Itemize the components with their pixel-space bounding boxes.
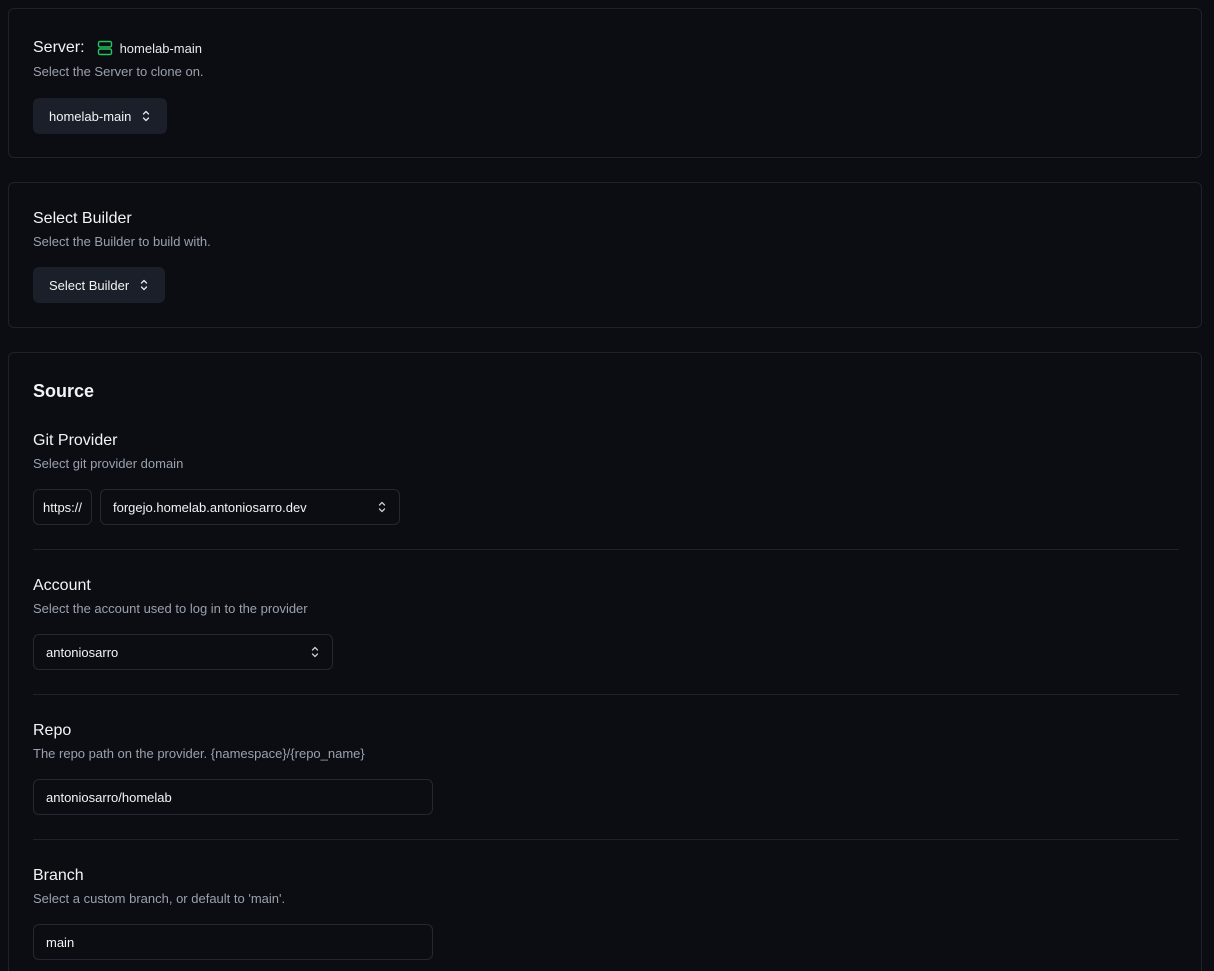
git-provider-description: Select git provider domain [33, 456, 184, 471]
current-server-name: homelab-main [119, 40, 202, 56]
divider [33, 549, 1179, 550]
chevrons-up-down-icon [143, 110, 150, 122]
protocol-prefix: https:// [33, 489, 92, 525]
chevrons-up-down-icon [141, 279, 148, 291]
git-provider-label: Git Provider [33, 432, 118, 449]
builder-title: Select Builder [33, 210, 132, 227]
server-icon [97, 40, 112, 56]
builder-select-label: Select Builder [49, 277, 130, 293]
repo-input[interactable] [33, 779, 433, 815]
builder-description: Select the Builder to build with. [33, 234, 211, 249]
current-server-chip: homelab-main [97, 40, 202, 56]
server-title: Server: [33, 39, 85, 56]
server-description: Select the Server to clone on. [33, 64, 204, 79]
builder-select-button[interactable]: Select Builder [33, 267, 166, 303]
repo-label: Repo [33, 722, 72, 739]
chevrons-up-down-icon [311, 646, 319, 658]
account-description: Select the account used to log in to the… [33, 601, 308, 616]
branch-description: Select a custom branch, or default to 'm… [33, 891, 286, 906]
server-select-label: homelab-main [49, 108, 132, 124]
account-select[interactable]: antoniosarro [33, 634, 333, 670]
server-card: Server: homelab-main Select the Server t… [8, 8, 1202, 158]
chevrons-up-down-icon [378, 501, 386, 513]
builder-card: Select Builder Select the Builder to bui… [8, 182, 1202, 328]
divider [33, 839, 1179, 840]
server-title-row: Server: homelab-main [33, 38, 202, 58]
server-select-button[interactable]: homelab-main [33, 98, 168, 134]
repo-description: The repo path on the provider. {namespac… [33, 746, 365, 761]
branch-label: Branch [33, 867, 84, 884]
git-provider-domain: forgejo.homelab.antoniosarro.dev [113, 499, 307, 515]
account-label: Account [33, 577, 91, 594]
account-value: antoniosarro [46, 644, 119, 660]
branch-input[interactable] [33, 924, 433, 960]
git-provider-select[interactable]: forgejo.homelab.antoniosarro.dev [100, 489, 400, 525]
divider [33, 694, 1179, 695]
source-card: Source Git Provider Select git provider … [8, 352, 1202, 971]
page: Server: homelab-main Select the Server t… [0, 0, 1214, 971]
source-title: Source [33, 381, 95, 401]
